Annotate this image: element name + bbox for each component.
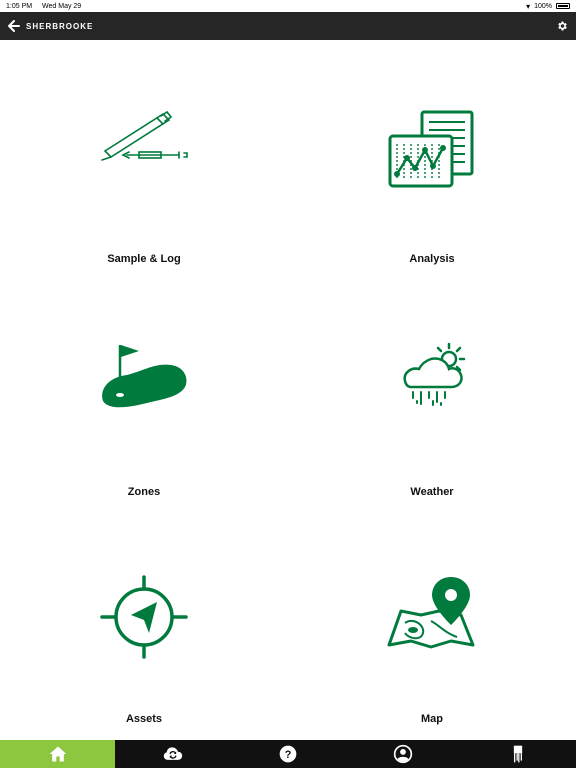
tile-label-sample-log: Sample & Log xyxy=(107,253,181,265)
battery-icon xyxy=(556,3,570,9)
golf-green-flag-icon xyxy=(102,345,187,408)
soil-probe-icon xyxy=(514,745,523,763)
tab-sync[interactable] xyxy=(115,740,230,768)
header-left: SHERBROOKE xyxy=(8,20,93,32)
page-title: SHERBROOKE xyxy=(26,21,94,31)
app-header: SHERBROOKE xyxy=(0,12,576,40)
cloud-sun-rain-icon xyxy=(403,343,466,407)
status-left: 1:05 PM Wed May 29 xyxy=(6,3,89,10)
status-date: Wed May 29 xyxy=(42,2,82,10)
tile-label-assets: Assets xyxy=(125,712,163,725)
tile-analysis[interactable]: Analysis xyxy=(288,40,576,273)
tile-weather[interactable]: Weather xyxy=(288,273,576,506)
tab-home[interactable] xyxy=(0,740,116,768)
help-icon: ? xyxy=(279,745,297,763)
tile-label-analysis: Analysis xyxy=(409,253,455,265)
svg-text:?: ? xyxy=(285,749,292,761)
tile-zones[interactable]: Zones xyxy=(0,273,288,506)
gear-icon[interactable] xyxy=(556,20,568,32)
tile-label-weather: Weather xyxy=(410,486,454,499)
wifi-icon: ▾ xyxy=(526,1,531,11)
user-icon xyxy=(394,744,413,764)
status-right: ▾ 100% xyxy=(526,2,570,11)
pen-syringe-icon xyxy=(101,110,188,161)
status-bar: 1:05 PM Wed May 29 ▾ 100% xyxy=(0,0,576,12)
report-chart-icon xyxy=(388,110,474,188)
tile-grid: Sample & Log Analysis Zones Weather Asse… xyxy=(0,40,576,740)
tile-assets[interactable]: Assets xyxy=(0,507,288,740)
tab-profile[interactable] xyxy=(346,740,461,768)
tab-help[interactable]: ? xyxy=(230,740,345,768)
compass-crosshair-icon xyxy=(100,574,188,659)
tile-label-map: Map xyxy=(421,712,443,725)
battery-percent: 100% xyxy=(534,2,552,10)
home-icon xyxy=(49,746,66,762)
tile-map[interactable]: Map xyxy=(288,507,576,740)
status-time: 1:05 PM xyxy=(6,2,33,10)
cloud-sync-icon xyxy=(163,747,182,760)
tab-probe[interactable] xyxy=(461,740,576,768)
map-pin-icon xyxy=(387,576,475,649)
tile-sample-log[interactable]: Sample & Log xyxy=(0,40,288,273)
tab-bar: ? xyxy=(0,740,576,768)
back-arrow-icon[interactable] xyxy=(8,20,20,32)
tile-label-zones: Zones xyxy=(127,486,161,499)
